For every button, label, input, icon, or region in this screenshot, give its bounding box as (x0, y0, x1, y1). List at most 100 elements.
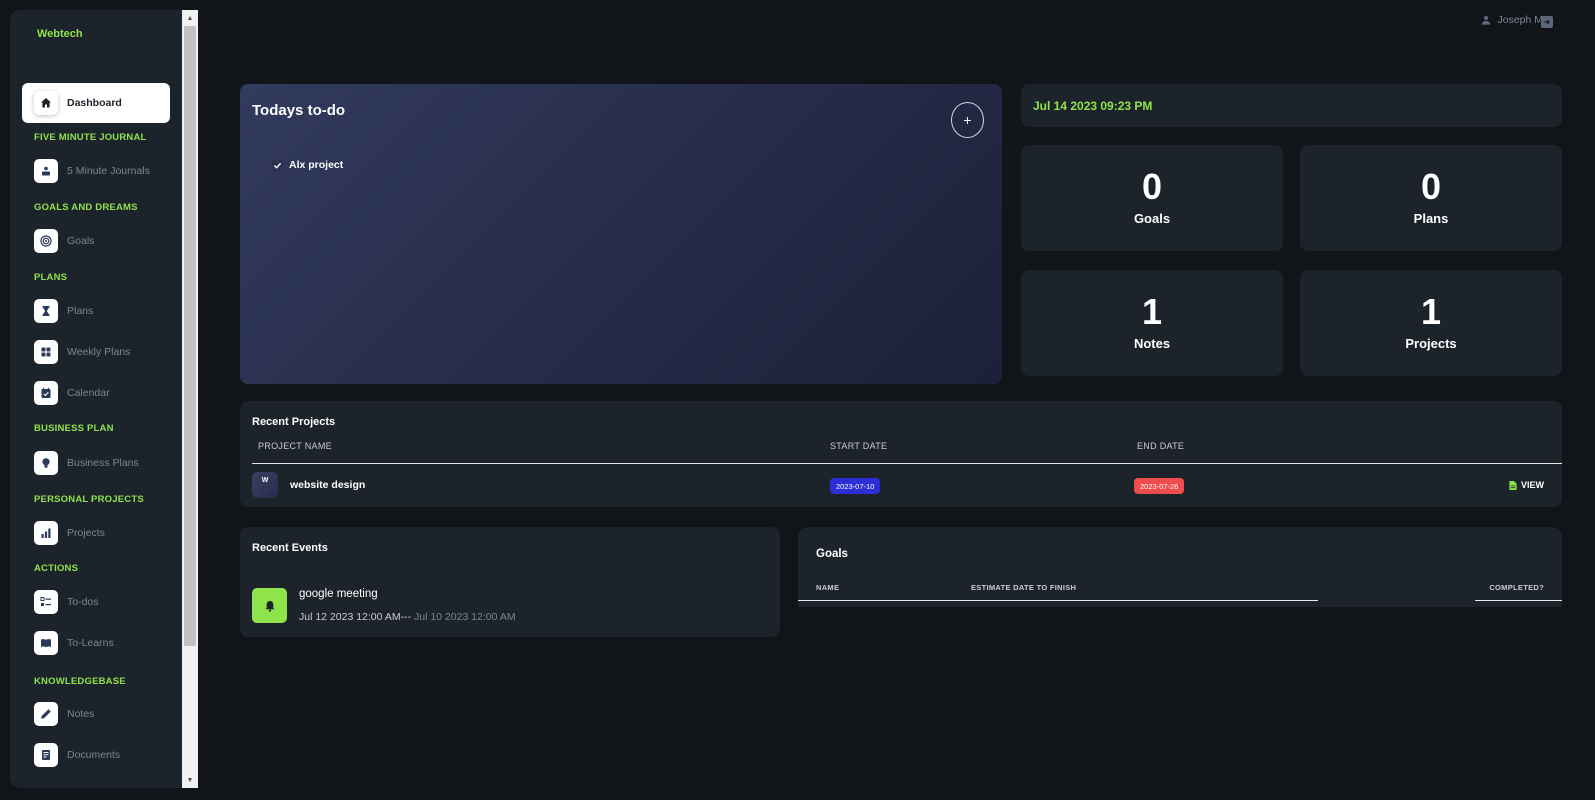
pencil-icon (34, 702, 58, 726)
stat-value: 0 (1420, 166, 1442, 207)
document-icon (34, 743, 58, 767)
column-header-estimate-date: ESTIMATE DATE TO FINISH (971, 583, 1077, 592)
check-icon (273, 162, 282, 169)
section-heading-business: BUSINESS PLAN (34, 423, 114, 434)
datetime-card: Jul 14 2023 09:23 PM (1021, 84, 1562, 127)
sidebar-item-label: Dashboard (67, 97, 122, 109)
scroll-thumb[interactable] (184, 26, 196, 646)
checklist-icon (34, 590, 58, 614)
sidebar-item-notes[interactable]: Notes (34, 702, 94, 726)
sidebar-item-label: Notes (67, 708, 95, 720)
recent-events-card: Recent Events google meeting Jul 12 2023… (240, 527, 780, 637)
logout-icon[interactable] (1541, 16, 1553, 28)
sidebar-item-business-plans[interactable]: Business Plans (34, 451, 139, 475)
todo-item-text: Alx project (289, 159, 344, 171)
view-label: VIEW (1520, 480, 1544, 490)
column-header-completed: COMPLETED? (1489, 583, 1544, 592)
table-header-divider (1475, 600, 1562, 601)
journal-icon (34, 159, 58, 183)
todo-checkbox[interactable] (272, 159, 283, 171)
stat-value: 0 (1141, 166, 1163, 207)
sidebar-item-to-dos[interactable]: To-dos (34, 590, 99, 614)
goals-table-card: Goals NAME ESTIMATE DATE TO FINISH COMPL… (798, 527, 1562, 607)
lightbulb-icon (34, 451, 58, 475)
bell-icon (252, 588, 287, 623)
sidebar-item-label: Business Plans (67, 457, 139, 469)
goals-table-title: Goals (816, 548, 848, 560)
sidebar-item-label: To-Learns (67, 637, 114, 649)
table-header-divider (252, 463, 1562, 464)
book-icon (34, 631, 58, 655)
sidebar-item-label: Calendar (67, 387, 110, 399)
sidebar-item-projects[interactable]: Projects (34, 521, 105, 545)
stat-value: 1 (1141, 291, 1163, 332)
event-start: Jul 12 2023 12:00 AM (299, 611, 401, 623)
todo-card: Todays to-do + Alx project (240, 84, 1002, 384)
column-header-start-date: START DATE (830, 441, 888, 451)
sidebar-item-to-learns[interactable]: To-Learns (34, 631, 114, 655)
sidebar-item-label: 5 Minute Journals (67, 165, 150, 177)
sidebar-item-plans[interactable]: Plans (34, 299, 93, 323)
sidebar-item-documents[interactable]: Documents (34, 743, 120, 767)
sidebar: Webtech Dashboard FIVE MINUTE JOURNAL 5 … (10, 10, 182, 788)
todo-item[interactable]: Alx project (272, 159, 343, 171)
user-menu[interactable]: Joseph M (1481, 14, 1543, 26)
section-heading-actions: ACTIONS (34, 563, 79, 574)
section-heading-knowledgebase: KNOWLEDGEBASE (34, 676, 126, 687)
stat-card-notes[interactable]: 1 Notes (1021, 270, 1283, 376)
sidebar-item-dashboard[interactable]: Dashboard (22, 83, 170, 123)
table-header-divider (798, 600, 1318, 601)
stat-label: Projects (1405, 336, 1457, 351)
file-icon (1509, 480, 1517, 490)
sidebar-item-label: To-dos (67, 596, 99, 608)
sidebar-item-calendar[interactable]: Calendar (34, 381, 110, 405)
brand-logo[interactable]: Webtech (37, 28, 83, 40)
stat-card-projects[interactable]: 1 Projects (1300, 270, 1562, 376)
sidebar-item-label: Goals (67, 235, 95, 247)
stat-value: 1 (1420, 291, 1442, 332)
calendar-icon (34, 381, 58, 405)
section-heading-journal: FIVE MINUTE JOURNAL (34, 132, 147, 143)
column-header-project-name: PROJECT NAME (258, 441, 332, 451)
stat-label: Plans (1413, 211, 1449, 226)
sidebar-item-label: Documents (67, 749, 121, 761)
scroll-down-arrow-icon[interactable]: ▼ (182, 773, 198, 787)
column-header-name: NAME (816, 583, 840, 592)
sidebar-scrollbar[interactable]: ▲ ▼ (182, 10, 198, 788)
target-icon (34, 229, 58, 253)
project-avatar: W (252, 472, 278, 498)
hourglass-icon (34, 299, 58, 323)
section-heading-plans: PLANS (34, 272, 68, 283)
todo-title: Todays to-do (252, 102, 346, 119)
event-title[interactable]: google meeting (299, 588, 378, 600)
event-date-range: Jul 12 2023 12:00 AM--- Jul 10 2023 12:0… (299, 611, 516, 623)
project-name[interactable]: website design (290, 479, 365, 491)
recent-projects-card: Recent Projects PROJECT NAME START DATE … (240, 401, 1562, 507)
recent-events-title: Recent Events (252, 542, 328, 554)
section-heading-goals: GOALS AND DREAMS (34, 202, 138, 213)
stat-card-goals[interactable]: 0 Goals (1021, 145, 1283, 251)
sidebar-item-label: Weekly Plans (67, 346, 131, 358)
sidebar-item-weekly-plans[interactable]: Weekly Plans (34, 340, 130, 364)
view-project-link[interactable]: VIEW (1509, 480, 1544, 490)
section-heading-projects: PERSONAL PROJECTS (34, 494, 144, 505)
sidebar-item-5-minute-journals[interactable]: 5 Minute Journals (34, 159, 150, 183)
grid-icon (34, 340, 58, 364)
column-header-end-date: END DATE (1137, 441, 1185, 451)
start-date-badge: 2023-07-10 (830, 478, 881, 494)
event-end: Jul 10 2023 12:00 AM (414, 611, 516, 623)
sidebar-item-label: Plans (67, 305, 94, 317)
bar-chart-icon (34, 521, 58, 545)
end-date-badge: 2023-07-26 (1134, 478, 1185, 494)
user-name: Joseph M (1497, 14, 1543, 26)
home-icon (34, 91, 58, 115)
current-datetime: Jul 14 2023 09:23 PM (1033, 98, 1153, 113)
stat-card-plans[interactable]: 0 Plans (1300, 145, 1562, 251)
scroll-up-arrow-icon[interactable]: ▲ (182, 11, 198, 25)
user-icon (1482, 15, 1491, 25)
sidebar-item-goals[interactable]: Goals (34, 229, 94, 253)
event-separator: --- (400, 611, 412, 623)
recent-projects-title: Recent Projects (252, 416, 336, 428)
sidebar-item-label: Projects (67, 527, 105, 539)
add-todo-button[interactable]: + (951, 102, 984, 138)
